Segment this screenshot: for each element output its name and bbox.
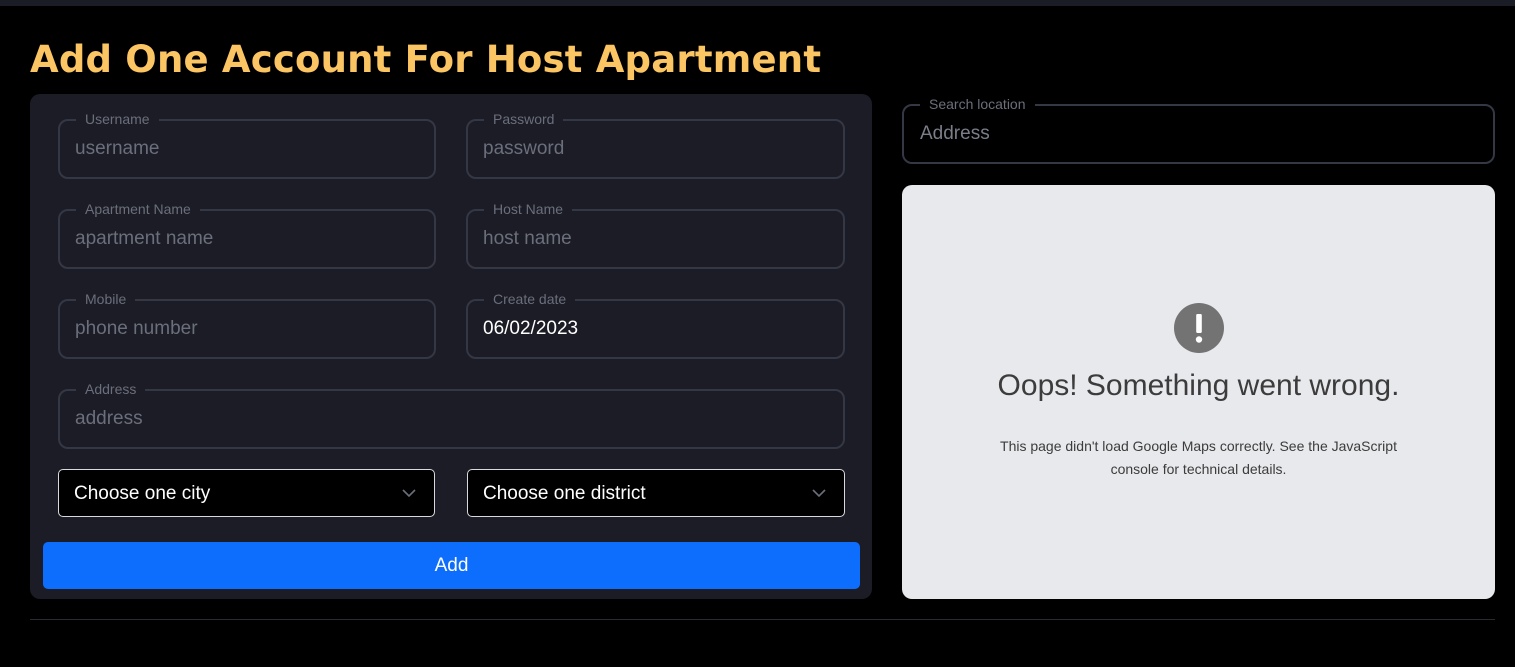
address-field[interactable]: Address address	[58, 381, 845, 449]
apartment-name-field[interactable]: Apartment Name apartment name	[58, 201, 436, 269]
city-select-value: Choose one city	[74, 483, 211, 504]
page-title: Add One Account For Host Apartment	[30, 38, 822, 81]
password-placeholder: password	[483, 138, 565, 159]
map-error-message: This page didn't load Google Maps correc…	[1000, 438, 1397, 477]
divider	[30, 619, 1495, 620]
city-select[interactable]: Choose one city	[58, 469, 435, 517]
create-date-field[interactable]: Create date 06/02/2023	[466, 291, 845, 359]
district-select-value: Choose one district	[483, 483, 646, 504]
account-form: Username username Password password Apar…	[30, 94, 872, 599]
district-select[interactable]: Choose one district	[467, 469, 845, 517]
search-location-field[interactable]: Search location Address	[902, 96, 1495, 164]
host-name-placeholder: host name	[483, 228, 572, 249]
mobile-field[interactable]: Mobile phone number	[58, 291, 436, 359]
mobile-legend: Mobile	[76, 291, 136, 307]
apartment-name-placeholder: apartment name	[75, 228, 214, 249]
chevron-down-icon	[402, 489, 416, 498]
password-legend: Password	[484, 111, 564, 127]
exclamation-icon	[1174, 303, 1224, 353]
chevron-down-icon	[812, 489, 826, 498]
username-placeholder: username	[75, 138, 160, 159]
host-name-legend: Host Name	[484, 201, 573, 217]
create-date-legend: Create date	[484, 291, 576, 307]
host-name-field[interactable]: Host Name host name	[466, 201, 845, 269]
username-legend: Username	[76, 111, 159, 127]
search-location-placeholder: Address	[920, 123, 990, 144]
mobile-placeholder: phone number	[75, 318, 198, 339]
address-legend: Address	[76, 381, 146, 397]
apartment-name-legend: Apartment Name	[76, 201, 200, 217]
search-location-legend: Search location	[920, 96, 1035, 112]
map-error-title: Oops! Something went wrong.	[997, 369, 1400, 402]
username-field[interactable]: Username username	[58, 111, 436, 179]
top-strip	[0, 0, 1515, 6]
address-placeholder: address	[75, 408, 143, 429]
password-field[interactable]: Password password	[466, 111, 845, 179]
create-date-value: 06/02/2023	[483, 318, 579, 339]
map-error-panel: Oops! Something went wrong. This page di…	[902, 185, 1495, 599]
add-button[interactable]: Add	[43, 542, 860, 589]
